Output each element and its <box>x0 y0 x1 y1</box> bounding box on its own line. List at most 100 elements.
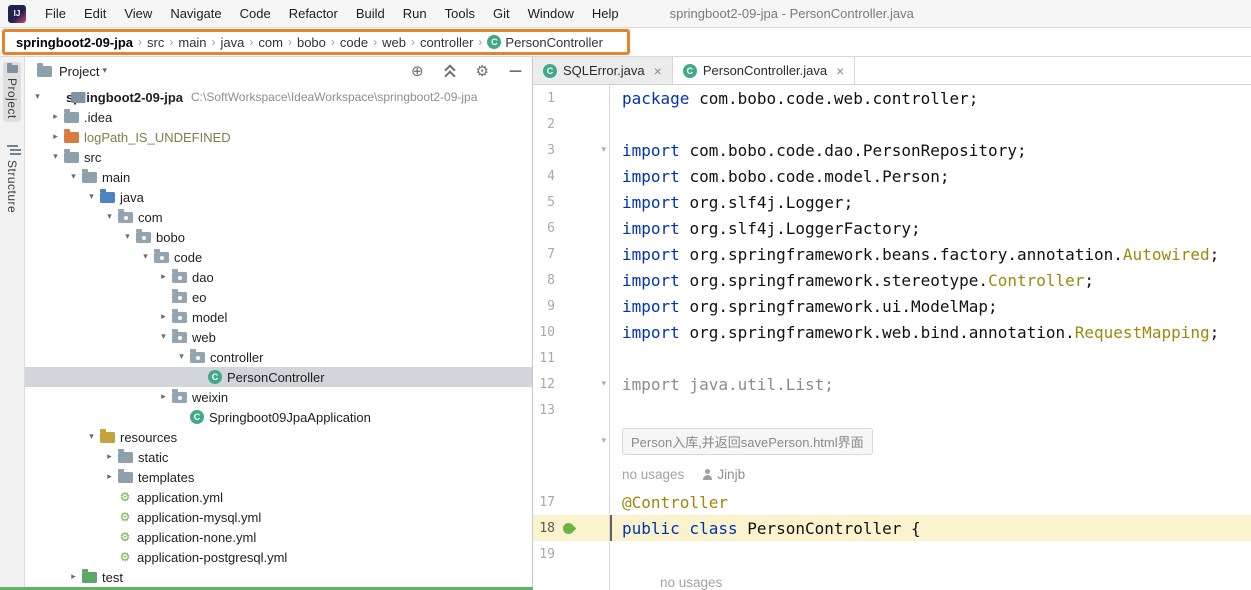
tree-row-templates[interactable]: ▸ templates <box>25 467 532 487</box>
tree-row-application.yml[interactable]: ⚙ application.yml <box>25 487 532 507</box>
menu-git[interactable]: Git <box>484 0 519 27</box>
menu-navigate[interactable]: Navigate <box>161 0 230 27</box>
tree-row-src[interactable]: ▾ src <box>25 147 532 167</box>
chevron-down-icon[interactable]: ▾ <box>137 252 154 262</box>
locate-file-icon[interactable]: ⊕ <box>411 63 424 79</box>
tree-row-.idea[interactable]: ▸ .idea <box>25 107 532 127</box>
menu-view[interactable]: View <box>115 0 161 27</box>
breadcrumb-item-java[interactable]: java <box>219 35 247 50</box>
line-number[interactable]: 5 <box>533 195 555 210</box>
chevron-right-icon[interactable]: ▸ <box>47 112 64 122</box>
breadcrumb-item-personcontroller[interactable]: C PersonController <box>485 35 605 50</box>
breadcrumb-item-springboot2-09-jpa[interactable]: springboot2-09-jpa <box>14 35 135 50</box>
menu-file[interactable]: File <box>36 0 75 27</box>
menu-run[interactable]: Run <box>394 0 436 27</box>
menu-refactor[interactable]: Refactor <box>280 0 347 27</box>
settings-gear-icon[interactable]: ⚙ <box>476 63 489 79</box>
line-number[interactable]: 11 <box>533 351 555 366</box>
line-number[interactable]: 12 <box>533 377 555 392</box>
breadcrumb-item-src[interactable]: src <box>145 35 166 50</box>
tree-row-application-none.yml[interactable]: ⚙ application-none.yml <box>25 527 532 547</box>
chevron-down-icon[interactable]: ▾ <box>29 92 46 102</box>
tree-row-java[interactable]: ▾ java <box>25 187 532 207</box>
line-number[interactable]: 7 <box>533 247 555 262</box>
chevron-right-icon[interactable]: ▸ <box>155 392 172 402</box>
tree-row-application-mysql.yml[interactable]: ⚙ application-mysql.yml <box>25 507 532 527</box>
line-number[interactable]: 3 <box>533 143 555 158</box>
tool-stripe-structure[interactable]: Structure <box>3 142 21 216</box>
line-number[interactable]: 19 <box>533 547 555 562</box>
project-panel-title[interactable]: Project <box>59 64 99 79</box>
close-tab-icon[interactable]: × <box>654 63 662 79</box>
menu-build[interactable]: Build <box>347 0 394 27</box>
tree-row-bobo[interactable]: ▾ bobo <box>25 227 532 247</box>
editor-tab-sqlerror.java[interactable]: C SQLError.java × <box>533 57 673 84</box>
usages-inlay-hint[interactable]: no usages <box>660 575 722 590</box>
line-number[interactable]: 2 <box>533 117 555 132</box>
folded-comment[interactable]: Person入库,并返回savePerson.html界面 <box>622 427 873 455</box>
tree-row-application-postgresql.yml[interactable]: ⚙ application-postgresql.yml <box>25 547 532 567</box>
tree-row-test[interactable]: ▸ test <box>25 567 532 587</box>
tree-row-personcontroller[interactable]: C PersonController <box>25 367 532 387</box>
chevron-down-icon[interactable]: ▾ <box>65 172 82 182</box>
close-tab-icon[interactable]: × <box>836 63 844 79</box>
chevron-down-icon[interactable]: ▾ <box>173 352 190 362</box>
line-number[interactable]: 18 <box>533 521 555 536</box>
chevron-down-icon[interactable]: ▾ <box>83 432 100 442</box>
spring-bean-icon[interactable] <box>560 520 577 536</box>
collapse-all-icon[interactable] <box>444 65 456 78</box>
menu-code[interactable]: Code <box>231 0 280 27</box>
chevron-down-icon[interactable]: ▾ <box>155 332 172 342</box>
editor-tab-personcontroller.java[interactable]: C PersonController.java × <box>672 57 856 84</box>
chevron-right-icon[interactable]: ▸ <box>155 312 172 322</box>
menu-tools[interactable]: Tools <box>436 0 484 27</box>
chevron-down-icon[interactable]: ▾ <box>47 152 64 162</box>
tree-row-web[interactable]: ▾ web <box>25 327 532 347</box>
tree-row-model[interactable]: ▸ model <box>25 307 532 327</box>
fold-region-icon[interactable]: ▾ <box>601 436 606 446</box>
breadcrumb-item-bobo[interactable]: bobo <box>295 35 328 50</box>
menu-window[interactable]: Window <box>519 0 583 27</box>
chevron-down-icon[interactable]: ▾ <box>83 192 100 202</box>
chevron-right-icon[interactable]: ▸ <box>101 452 118 462</box>
line-number[interactable]: 10 <box>533 325 555 340</box>
tree-row-eo[interactable]: eo <box>25 287 532 307</box>
tree-row-controller[interactable]: ▾ controller <box>25 347 532 367</box>
chevron-right-icon[interactable]: ▸ <box>65 572 82 582</box>
tool-stripe-project[interactable]: Project <box>3 62 21 122</box>
breadcrumb-item-com[interactable]: com <box>256 35 285 50</box>
breadcrumb-item-main[interactable]: main <box>176 35 208 50</box>
usages-inlay-hint[interactable]: no usages <box>622 467 684 482</box>
line-number[interactable]: 9 <box>533 299 555 314</box>
line-number[interactable]: 8 <box>533 273 555 288</box>
tree-row-main[interactable]: ▾ main <box>25 167 532 187</box>
tree-row-springboot2-09-jpa[interactable]: ▾ springboot2-09-jpa C:\SoftWorkspace\Idea… <box>25 87 532 107</box>
line-number[interactable]: 6 <box>533 221 555 236</box>
menu-help[interactable]: Help <box>583 0 628 27</box>
tree-row-static[interactable]: ▸ static <box>25 447 532 467</box>
tree-row-resources[interactable]: ▾ resources <box>25 427 532 447</box>
tree-row-com[interactable]: ▾ com <box>25 207 532 227</box>
line-number[interactable]: 1 <box>533 91 555 106</box>
tree-row-springboot09jpaapplication[interactable]: C Springboot09JpaApplication <box>25 407 532 427</box>
tree-row-logpath_is_undefined[interactable]: ▸ logPath_IS_UNDEFINED <box>25 127 532 147</box>
line-number[interactable]: 17 <box>533 495 555 510</box>
chevron-right-icon[interactable]: ▸ <box>155 272 172 282</box>
tree-row-weixin[interactable]: ▸ weixin <box>25 387 532 407</box>
chevron-down-icon[interactable]: ▾ <box>119 232 136 242</box>
line-number[interactable]: 13 <box>533 403 555 418</box>
tree-row-dao[interactable]: ▸ dao <box>25 267 532 287</box>
chevron-right-icon[interactable]: ▸ <box>47 132 64 142</box>
breadcrumb-item-code[interactable]: code <box>338 35 370 50</box>
code-editor[interactable]: 1 package com.bobo.code.web.controller; 2 3… <box>533 85 1251 590</box>
chevron-down-icon[interactable]: ▾ <box>101 212 118 222</box>
fold-region-icon[interactable]: ▾ <box>601 145 606 155</box>
tree-row-code[interactable]: ▾ code <box>25 247 532 267</box>
breadcrumb-item-controller[interactable]: controller <box>418 35 475 50</box>
breadcrumb-item-web[interactable]: web <box>380 35 408 50</box>
chevron-right-icon[interactable]: ▸ <box>101 472 118 482</box>
menu-edit[interactable]: Edit <box>75 0 115 27</box>
line-number[interactable]: 4 <box>533 169 555 184</box>
hide-panel-icon[interactable]: — <box>509 65 522 78</box>
chevron-down-icon[interactable]: ▾ <box>102 66 107 76</box>
